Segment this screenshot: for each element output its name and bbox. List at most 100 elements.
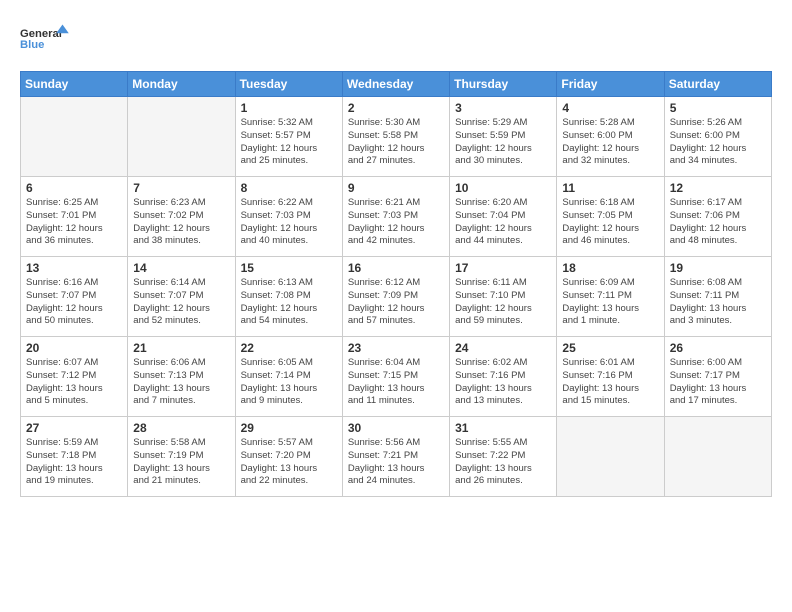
header-friday: Friday	[557, 72, 664, 97]
calendar-cell	[21, 97, 128, 177]
cell-content: Sunrise: 6:05 AM Sunset: 7:14 PM Dayligh…	[241, 357, 337, 408]
day-number: 31	[455, 421, 551, 435]
calendar-cell	[557, 417, 664, 497]
calendar-cell: 24Sunrise: 6:02 AM Sunset: 7:16 PM Dayli…	[450, 337, 557, 417]
day-number: 20	[26, 341, 122, 355]
cell-content: Sunrise: 5:32 AM Sunset: 5:57 PM Dayligh…	[241, 117, 337, 168]
cell-content: Sunrise: 5:59 AM Sunset: 7:18 PM Dayligh…	[26, 437, 122, 488]
day-number: 2	[348, 101, 444, 115]
week-row-2: 6 Sunrise: 6:25 AM Sunset: 7:01 PM Daylig…	[21, 177, 772, 257]
day-number: 25	[562, 341, 658, 355]
day-number: 13	[26, 261, 122, 275]
cell-content: Sunrise: 6:20 AM Sunset: 7:04 PM Dayligh…	[455, 197, 551, 248]
cell-content: Sunrise: 6:01 AM Sunset: 7:16 PM Dayligh…	[562, 357, 658, 408]
calendar-table: SundayMondayTuesdayWednesdayThursdayFrid…	[20, 71, 772, 497]
cell-content: Sunrise: 6:21 AM Sunset: 7:03 PM Dayligh…	[348, 197, 444, 248]
week-row-1: 1 Sunrise: 5:32 AM Sunset: 5:57 PM Daylig…	[21, 97, 772, 177]
svg-text:General: General	[20, 28, 62, 40]
cell-content: Sunrise: 6:13 AM Sunset: 7:08 PM Dayligh…	[241, 277, 337, 328]
cell-content: Sunrise: 5:58 AM Sunset: 7:19 PM Dayligh…	[133, 437, 229, 488]
day-number: 27	[26, 421, 122, 435]
day-number: 17	[455, 261, 551, 275]
cell-content: Sunrise: 6:00 AM Sunset: 7:17 PM Dayligh…	[670, 357, 766, 408]
cell-content: Sunrise: 6:02 AM Sunset: 7:16 PM Dayligh…	[455, 357, 551, 408]
calendar-cell: 12 Sunrise: 6:17 AM Sunset: 7:06 PM Dayli…	[664, 177, 771, 257]
cell-content: Sunrise: 6:14 AM Sunset: 7:07 PM Dayligh…	[133, 277, 229, 328]
day-number: 1	[241, 101, 337, 115]
calendar-cell: 15 Sunrise: 6:13 AM Sunset: 7:08 PM Dayli…	[235, 257, 342, 337]
calendar-cell: 16 Sunrise: 6:12 AM Sunset: 7:09 PM Dayli…	[342, 257, 449, 337]
day-number: 12	[670, 181, 766, 195]
cell-content: Sunrise: 5:56 AM Sunset: 7:21 PM Dayligh…	[348, 437, 444, 488]
header-saturday: Saturday	[664, 72, 771, 97]
calendar-cell: 31Sunrise: 5:55 AM Sunset: 7:22 PM Dayli…	[450, 417, 557, 497]
calendar-cell: 4 Sunrise: 5:28 AM Sunset: 6:00 PM Daylig…	[557, 97, 664, 177]
day-number: 4	[562, 101, 658, 115]
logo: General Blue	[20, 16, 70, 61]
cell-content: Sunrise: 6:16 AM Sunset: 7:07 PM Dayligh…	[26, 277, 122, 328]
cell-content: Sunrise: 6:25 AM Sunset: 7:01 PM Dayligh…	[26, 197, 122, 248]
day-number: 28	[133, 421, 229, 435]
day-number: 26	[670, 341, 766, 355]
cell-content: Sunrise: 6:18 AM Sunset: 7:05 PM Dayligh…	[562, 197, 658, 248]
calendar-cell: 7 Sunrise: 6:23 AM Sunset: 7:02 PM Daylig…	[128, 177, 235, 257]
week-row-4: 20 Sunrise: 6:07 AM Sunset: 7:12 PM Dayli…	[21, 337, 772, 417]
day-number: 21	[133, 341, 229, 355]
calendar-cell	[664, 417, 771, 497]
calendar-cell: 17Sunrise: 6:11 AM Sunset: 7:10 PM Dayli…	[450, 257, 557, 337]
calendar-cell: 13 Sunrise: 6:16 AM Sunset: 7:07 PM Dayli…	[21, 257, 128, 337]
calendar-cell: 25 Sunrise: 6:01 AM Sunset: 7:16 PM Dayli…	[557, 337, 664, 417]
day-number: 11	[562, 181, 658, 195]
cell-content: Sunrise: 6:22 AM Sunset: 7:03 PM Dayligh…	[241, 197, 337, 248]
day-number: 3	[455, 101, 551, 115]
week-row-3: 13 Sunrise: 6:16 AM Sunset: 7:07 PM Dayli…	[21, 257, 772, 337]
cell-content: Sunrise: 5:57 AM Sunset: 7:20 PM Dayligh…	[241, 437, 337, 488]
header-sunday: Sunday	[21, 72, 128, 97]
day-number: 8	[241, 181, 337, 195]
cell-content: Sunrise: 6:23 AM Sunset: 7:02 PM Dayligh…	[133, 197, 229, 248]
cell-content: Sunrise: 6:07 AM Sunset: 7:12 PM Dayligh…	[26, 357, 122, 408]
calendar-cell: 23Sunrise: 6:04 AM Sunset: 7:15 PM Dayli…	[342, 337, 449, 417]
calendar-cell: 21 Sunrise: 6:06 AM Sunset: 7:13 PM Dayli…	[128, 337, 235, 417]
day-number: 29	[241, 421, 337, 435]
calendar-header-row: SundayMondayTuesdayWednesdayThursdayFrid…	[21, 72, 772, 97]
header-monday: Monday	[128, 72, 235, 97]
calendar-cell: 26 Sunrise: 6:00 AM Sunset: 7:17 PM Dayli…	[664, 337, 771, 417]
calendar-cell: 10 Sunrise: 6:20 AM Sunset: 7:04 PM Dayli…	[450, 177, 557, 257]
cell-content: Sunrise: 6:12 AM Sunset: 7:09 PM Dayligh…	[348, 277, 444, 328]
day-number: 6	[26, 181, 122, 195]
day-number: 16	[348, 261, 444, 275]
day-number: 10	[455, 181, 551, 195]
calendar-cell: 18Sunrise: 6:09 AM Sunset: 7:11 PM Dayli…	[557, 257, 664, 337]
header-thursday: Thursday	[450, 72, 557, 97]
day-number: 22	[241, 341, 337, 355]
calendar-cell: 11 Sunrise: 6:18 AM Sunset: 7:05 PM Dayli…	[557, 177, 664, 257]
header-wednesday: Wednesday	[342, 72, 449, 97]
calendar-cell: 20 Sunrise: 6:07 AM Sunset: 7:12 PM Dayli…	[21, 337, 128, 417]
calendar-cell: 19Sunrise: 6:08 AM Sunset: 7:11 PM Dayli…	[664, 257, 771, 337]
page-header: General Blue	[20, 16, 772, 61]
day-number: 7	[133, 181, 229, 195]
calendar-cell: 1 Sunrise: 5:32 AM Sunset: 5:57 PM Daylig…	[235, 97, 342, 177]
cell-content: Sunrise: 6:17 AM Sunset: 7:06 PM Dayligh…	[670, 197, 766, 248]
cell-content: Sunrise: 6:06 AM Sunset: 7:13 PM Dayligh…	[133, 357, 229, 408]
calendar-cell: 9 Sunrise: 6:21 AM Sunset: 7:03 PM Daylig…	[342, 177, 449, 257]
calendar-cell: 22 Sunrise: 6:05 AM Sunset: 7:14 PM Dayli…	[235, 337, 342, 417]
header-tuesday: Tuesday	[235, 72, 342, 97]
cell-content: Sunrise: 5:28 AM Sunset: 6:00 PM Dayligh…	[562, 117, 658, 168]
day-number: 9	[348, 181, 444, 195]
calendar-cell	[128, 97, 235, 177]
cell-content: Sunrise: 5:26 AM Sunset: 6:00 PM Dayligh…	[670, 117, 766, 168]
calendar-cell: 29 Sunrise: 5:57 AM Sunset: 7:20 PM Dayli…	[235, 417, 342, 497]
calendar-cell: 5 Sunrise: 5:26 AM Sunset: 6:00 PM Daylig…	[664, 97, 771, 177]
day-number: 5	[670, 101, 766, 115]
calendar-cell: 3Sunrise: 5:29 AM Sunset: 5:59 PM Daylig…	[450, 97, 557, 177]
day-number: 15	[241, 261, 337, 275]
calendar-cell: 14Sunrise: 6:14 AM Sunset: 7:07 PM Dayli…	[128, 257, 235, 337]
calendar-cell: 8 Sunrise: 6:22 AM Sunset: 7:03 PM Daylig…	[235, 177, 342, 257]
cell-content: Sunrise: 6:04 AM Sunset: 7:15 PM Dayligh…	[348, 357, 444, 408]
calendar-cell: 28 Sunrise: 5:58 AM Sunset: 7:19 PM Dayli…	[128, 417, 235, 497]
logo-svg: General Blue	[20, 16, 70, 61]
calendar-cell: 2Sunrise: 5:30 AM Sunset: 5:58 PM Daylig…	[342, 97, 449, 177]
week-row-5: 27 Sunrise: 5:59 AM Sunset: 7:18 PM Dayli…	[21, 417, 772, 497]
